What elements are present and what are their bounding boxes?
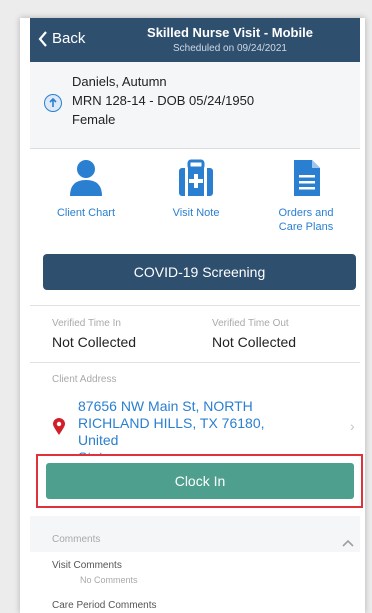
address-line-1: 87656 NW Main St, NORTH [78, 398, 253, 414]
arrow-up-icon [49, 97, 57, 107]
chevron-left-icon [38, 30, 47, 47]
time-out-label: Verified Time Out [212, 318, 289, 329]
phone-screen: Back Skilled Nurse Visit - Mobile Schedu… [20, 18, 365, 613]
address-line-2: RICHLAND HILLS, TX 76180, United [78, 415, 265, 448]
patient-name: Daniels, Autumn [72, 74, 167, 89]
orders-care-plans-label: Orders and Care Plans [278, 207, 334, 233]
covid-screening-button[interactable]: COVID-19 Screening [43, 254, 356, 290]
time-in-value: Not Collected [52, 334, 137, 350]
document-icon [294, 160, 320, 196]
person-icon [70, 160, 102, 196]
client-chart-tile[interactable]: Client Chart [36, 158, 136, 220]
page-subtitle: Scheduled on 09/24/2021 [173, 43, 287, 54]
chevron-right-icon: › [350, 418, 355, 434]
action-tiles: Client Chart Visit Note Orders and Care … [30, 148, 360, 258]
visit-note-tile[interactable]: Visit Note [146, 158, 246, 220]
patient-mrn-dob: MRN 128-14 - DOB 05/24/1950 [72, 93, 255, 108]
clock-in-button[interactable]: Clock In [46, 463, 354, 499]
address-label: Client Address [52, 374, 117, 385]
visit-note-label: Visit Note [172, 207, 220, 219]
time-in-label: Verified Time In [52, 318, 121, 329]
care-period-comments-label: Care Period Comments [52, 600, 157, 611]
patient-status-icon[interactable] [44, 94, 62, 112]
client-chart-label: Client Chart [56, 207, 116, 219]
time-out-value: Not Collected [212, 334, 297, 350]
patient-gender: Female [72, 112, 116, 127]
page-title: Skilled Nurse Visit - Mobile [147, 25, 313, 40]
back-label: Back [52, 30, 86, 47]
clock-in-highlight: Clock In [36, 454, 363, 508]
chevron-up-icon[interactable] [342, 539, 354, 547]
visit-comments-value: No Comments [80, 575, 138, 585]
location-pin-icon [53, 418, 65, 435]
divider [30, 362, 360, 363]
back-button[interactable]: Back [38, 30, 85, 47]
medical-kit-icon [179, 159, 213, 196]
comments-header-label: Comments [52, 534, 101, 545]
visit-comments-label: Visit Comments [52, 560, 122, 571]
nav-header: Back Skilled Nurse Visit - Mobile Schedu… [30, 18, 360, 62]
patient-card: Daniels, Autumn MRN 128-14 - DOB 05/24/1… [30, 62, 360, 149]
orders-care-plans-tile[interactable]: Orders and Care Plans [256, 158, 356, 234]
divider [30, 305, 360, 306]
